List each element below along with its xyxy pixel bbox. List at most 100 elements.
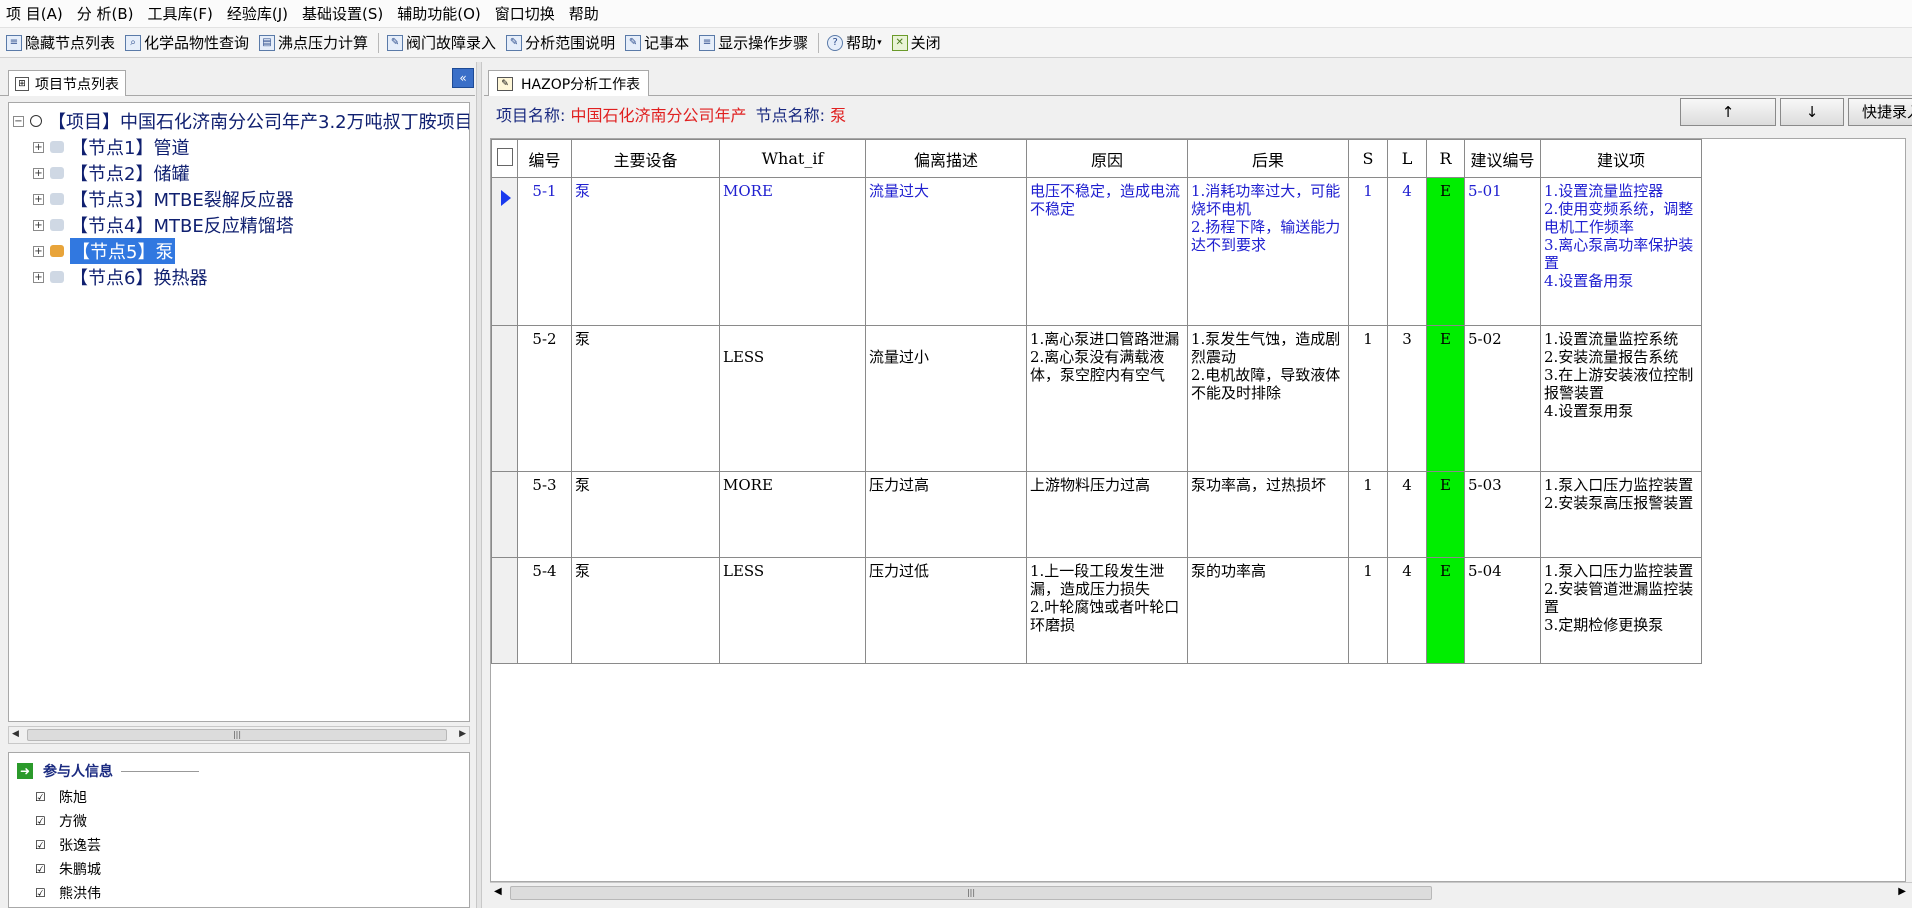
node-name-value: 泵 (830, 106, 847, 125)
risk-cell[interactable]: E (1426, 177, 1465, 326)
participant-item[interactable]: ☑ 朱鹏城 (35, 859, 101, 879)
row-indicator[interactable] (491, 471, 518, 558)
collapse-panel-button[interactable]: « (452, 68, 474, 88)
current-row-icon (501, 190, 511, 206)
hide-node-list-button[interactable]: ≡ 隐藏节点列表 (6, 32, 115, 53)
project-name-value: 中国石化济南分公司年产 (570, 106, 747, 125)
col-s[interactable]: S (1348, 139, 1388, 178)
menu-analysis[interactable]: 分 析(B) (77, 3, 134, 24)
tree-node-6[interactable]: + 【节点6】换热器 (33, 265, 207, 289)
expand-toggle-icon[interactable]: + (33, 271, 44, 283)
tree-node-1[interactable]: + 【节点1】管道 (33, 135, 189, 159)
row-indicator[interactable] (491, 557, 518, 664)
tree-project-root[interactable]: − 【项目】中国石化济南分公司年产3.2万吨叔丁胺项目 (13, 109, 469, 133)
table-row[interactable]: 5-2 泵 LESS 流量过小 1.离心泵进口管路泄漏 2.离心泵没有满载液体，… (491, 325, 1702, 472)
checkbox-checked-icon[interactable]: ☑ (35, 863, 47, 875)
tab-hazop-worksheet[interactable]: ✎ HAZOP分析工作表 (488, 70, 650, 96)
participant-item[interactable]: ☑ 熊洪伟 (35, 883, 101, 903)
toolbar-separator (818, 32, 820, 53)
hazop-table: 编号 主要设备 What_if 偏离描述 原因 后果 S L R 建议编号 建议… (490, 138, 1906, 882)
participants-panel: ➜ 参与人信息 ☑ 陈旭 ☑ 方微 ☑ 张逸芸 ☑ 朱鹏城 ☑ 熊洪伟 (8, 752, 470, 908)
close-button[interactable]: ✕ 关闭 (891, 32, 941, 53)
tree-node-4[interactable]: + 【节点4】MTBE反应精馏塔 (33, 213, 294, 237)
right-tab-row: ✎ HAZOP分析工作表 (484, 62, 1912, 96)
row-indicator[interactable] (491, 177, 518, 326)
notepad-button[interactable]: ✎ 记事本 (625, 32, 689, 53)
tree-node-5[interactable]: + 【节点5】泵 (33, 238, 176, 264)
risk-cell[interactable]: E (1426, 557, 1465, 664)
col-id[interactable]: 编号 (517, 139, 572, 178)
checkbox-checked-icon[interactable]: ☑ (35, 839, 47, 851)
move-down-button[interactable]: ↓ (1780, 98, 1844, 126)
expand-toggle-icon[interactable]: + (33, 141, 44, 153)
col-suggestion[interactable]: 建议项 (1540, 139, 1702, 178)
col-consequence[interactable]: 后果 (1187, 139, 1349, 178)
menu-auxiliary[interactable]: 辅助功能(O) (397, 3, 481, 24)
col-deviation[interactable]: 偏离描述 (865, 139, 1027, 178)
tree-node-3[interactable]: + 【节点3】MTBE裂解反应器 (33, 187, 294, 211)
quick-entry-button[interactable]: 快捷录入 (1848, 98, 1912, 126)
help-icon: ? (827, 34, 844, 51)
node-icon (50, 193, 64, 205)
tree-horizontal-scrollbar[interactable]: ◀ ||| ▶ (8, 726, 470, 744)
expand-toggle-icon[interactable]: + (33, 167, 44, 179)
scroll-thumb[interactable]: ||| (27, 729, 447, 741)
menu-window[interactable]: 窗口切换 (495, 3, 555, 24)
scroll-right-icon[interactable]: ▶ (1898, 886, 1906, 897)
scroll-thumb[interactable]: ||| (510, 886, 1432, 900)
tab-node-list[interactable]: ⊞ 项目节点列表 (8, 70, 126, 96)
menu-bar: 项 目(A) 分 析(B) 工具库(F) 经验库(J) 基础设置(S) 辅助功能… (0, 0, 1912, 28)
col-suggestion-id[interactable]: 建议编号 (1464, 139, 1541, 178)
col-equipment[interactable]: 主要设备 (571, 139, 720, 178)
menu-help[interactable]: 帮助 (569, 3, 599, 24)
tree-node-2[interactable]: + 【节点2】储罐 (33, 161, 189, 185)
show-steps-button[interactable]: ≡ 显示操作步骤 (699, 32, 808, 53)
move-up-button[interactable]: ↑ (1680, 98, 1776, 126)
node-icon (50, 219, 64, 231)
col-r[interactable]: R (1426, 139, 1465, 178)
valve-fault-entry-button[interactable]: ✎ 阀门故障录入 (387, 32, 496, 53)
table-row[interactable]: 5-1 泵 MORE 流量过大 电压不稳定，造成电流不稳定 1.消耗功率过大，可… (491, 177, 1702, 326)
expand-toggle-icon[interactable]: + (33, 245, 44, 257)
menu-project[interactable]: 项 目(A) (6, 3, 63, 24)
participant-item[interactable]: ☑ 陈旭 (35, 787, 87, 807)
col-cause[interactable]: 原因 (1026, 139, 1188, 178)
arrow-right-icon: ➜ (17, 763, 33, 779)
menu-experience[interactable]: 经验库(J) (227, 3, 288, 24)
checkbox-checked-icon[interactable]: ☑ (35, 791, 47, 803)
col-l[interactable]: L (1387, 139, 1427, 178)
table-row[interactable]: 5-3 泵 MORE 压力过高 上游物料压力过高 泵功率高，过热损坏 1 4 E… (491, 471, 1702, 558)
divider (121, 770, 199, 772)
node-icon (50, 167, 64, 179)
row-indicator[interactable] (491, 325, 518, 472)
risk-cell[interactable]: E (1426, 325, 1465, 472)
collapse-toggle-icon[interactable]: − (13, 115, 24, 127)
checkbox-checked-icon[interactable]: ☑ (35, 887, 47, 899)
project-icon (30, 115, 42, 127)
expand-toggle-icon[interactable]: + (33, 219, 44, 231)
scroll-left-icon[interactable]: ◀ (494, 886, 502, 897)
edit-icon: ✎ (506, 34, 523, 51)
analysis-scope-button[interactable]: ✎ 分析范围说明 (506, 32, 615, 53)
scroll-right-icon[interactable]: ▶ (459, 729, 466, 739)
boiling-pressure-calc-button[interactable]: ▤ 沸点压力计算 (259, 32, 368, 53)
participant-item[interactable]: ☑ 方微 (35, 811, 87, 831)
notepad-icon: ✎ (625, 34, 642, 51)
chemical-property-query-button[interactable]: ⌕ 化学品物性查询 (125, 32, 249, 53)
help-button[interactable]: ? 帮助 ▾ (827, 32, 882, 53)
expand-toggle-icon[interactable]: + (33, 193, 44, 205)
menu-tools[interactable]: 工具库(F) (148, 3, 213, 24)
risk-cell[interactable]: E (1426, 471, 1465, 558)
grid-horizontal-scrollbar[interactable]: ◀ ||| ▶ (490, 882, 1912, 902)
tree-icon: ⊞ (15, 76, 29, 91)
node-selected-icon (50, 245, 64, 257)
col-whatif[interactable]: What_if (719, 139, 866, 178)
menu-settings[interactable]: 基础设置(S) (302, 3, 383, 24)
scroll-left-icon[interactable]: ◀ (12, 729, 19, 739)
table-row[interactable]: 5-4 泵 LESS 压力过低 1.上一段工段发生泄漏，造成压力损失 2.叶轮腐… (491, 557, 1702, 664)
splitter[interactable] (476, 62, 482, 908)
participant-item[interactable]: ☑ 张逸芸 (35, 835, 101, 855)
checkbox-checked-icon[interactable]: ☑ (35, 815, 47, 827)
toolbar-separator (378, 32, 380, 53)
close-icon: ✕ (891, 34, 908, 51)
